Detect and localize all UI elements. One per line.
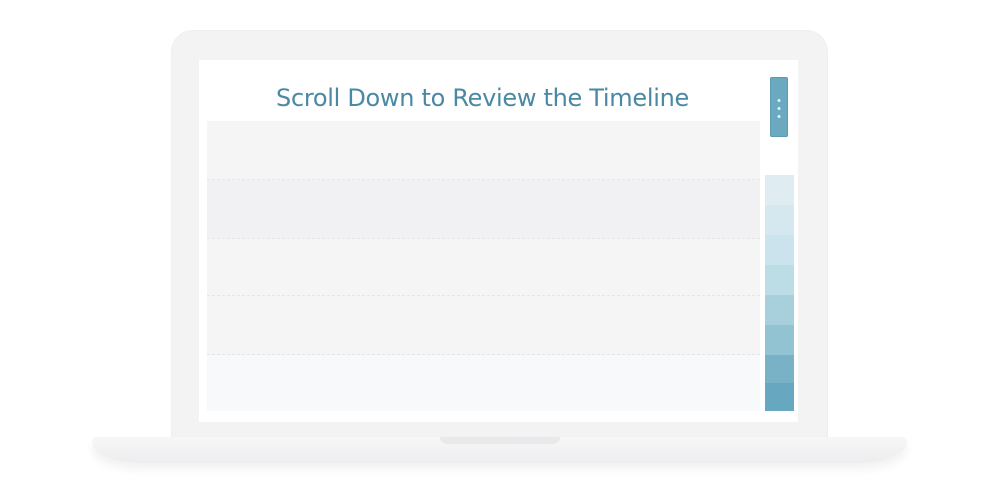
timeline-row [207,239,760,296]
timeline-title: Scroll Down to Review the Timeline [276,84,689,112]
timeline-row [207,180,760,239]
rail-band [765,175,794,205]
laptop-screen: Scroll Down to Review the Timeline [199,60,798,422]
vertical-dots-icon [777,99,781,123]
rail-band [765,325,794,355]
rail-band [765,205,794,235]
rail-band [765,295,794,325]
rail-band [765,235,794,265]
timeline-list[interactable] [207,121,760,411]
timeline-row [207,355,760,411]
stage: Scroll Down to Review the Timeline [0,0,999,502]
laptop-notch [440,437,560,444]
rail-band [765,383,794,411]
timeline-row [207,121,760,180]
timeline-row [207,296,760,355]
scroll-thumb[interactable] [770,77,788,137]
rail-band [765,355,794,383]
rail-band [765,265,794,295]
